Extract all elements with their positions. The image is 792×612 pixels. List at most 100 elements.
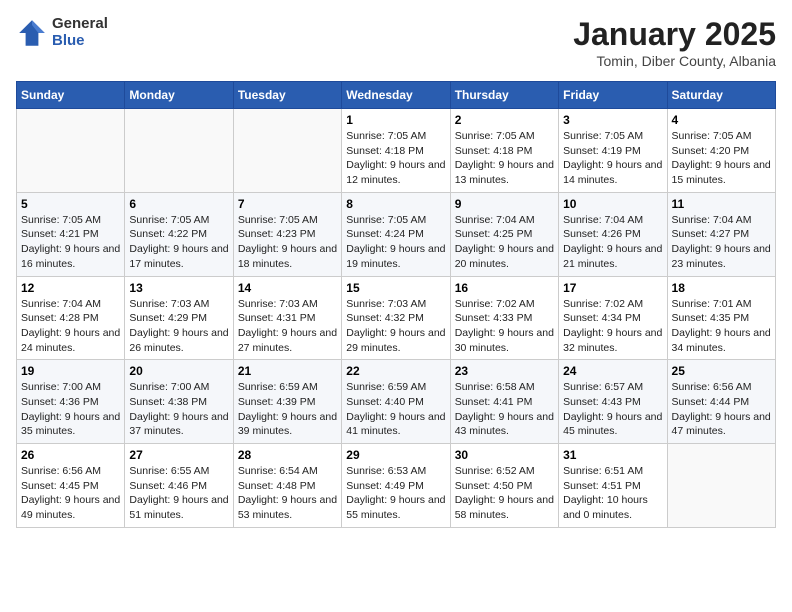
logo-icon xyxy=(16,17,48,49)
calendar-cell: 15 Sunrise: 7:03 AM Sunset: 4:32 PM Dayli… xyxy=(342,276,450,360)
week-row-2: 5 Sunrise: 7:05 AM Sunset: 4:21 PM Daylig… xyxy=(17,192,776,276)
day-number: 6 xyxy=(129,197,228,211)
day-number: 5 xyxy=(21,197,120,211)
column-header-sunday: Sunday xyxy=(17,82,125,109)
day-number: 10 xyxy=(563,197,662,211)
day-info: Sunrise: 7:05 AM Sunset: 4:18 PM Dayligh… xyxy=(346,129,445,188)
day-number: 20 xyxy=(129,364,228,378)
day-number: 18 xyxy=(672,281,771,295)
day-info: Sunrise: 6:56 AM Sunset: 4:44 PM Dayligh… xyxy=(672,380,771,439)
day-info: Sunrise: 7:05 AM Sunset: 4:22 PM Dayligh… xyxy=(129,213,228,272)
calendar-cell: 27 Sunrise: 6:55 AM Sunset: 4:46 PM Dayli… xyxy=(125,444,233,528)
day-info: Sunrise: 6:59 AM Sunset: 4:39 PM Dayligh… xyxy=(238,380,337,439)
day-number: 4 xyxy=(672,113,771,127)
calendar-cell xyxy=(17,109,125,193)
day-info: Sunrise: 6:58 AM Sunset: 4:41 PM Dayligh… xyxy=(455,380,554,439)
day-info: Sunrise: 7:05 AM Sunset: 4:20 PM Dayligh… xyxy=(672,129,771,188)
day-info: Sunrise: 6:52 AM Sunset: 4:50 PM Dayligh… xyxy=(455,464,554,523)
column-header-friday: Friday xyxy=(559,82,667,109)
logo-text: General Blue xyxy=(52,16,108,49)
week-row-5: 26 Sunrise: 6:56 AM Sunset: 4:45 PM Dayli… xyxy=(17,444,776,528)
day-number: 30 xyxy=(455,448,554,462)
calendar-cell: 5 Sunrise: 7:05 AM Sunset: 4:21 PM Daylig… xyxy=(17,192,125,276)
day-number: 3 xyxy=(563,113,662,127)
calendar-cell: 29 Sunrise: 6:53 AM Sunset: 4:49 PM Dayli… xyxy=(342,444,450,528)
day-info: Sunrise: 7:03 AM Sunset: 4:29 PM Dayligh… xyxy=(129,297,228,356)
day-info: Sunrise: 7:05 AM Sunset: 4:18 PM Dayligh… xyxy=(455,129,554,188)
calendar-cell: 11Sunrise: 7:04 AM Sunset: 4:27 PM Dayli… xyxy=(667,192,775,276)
calendar-cell: 26 Sunrise: 6:56 AM Sunset: 4:45 PM Dayli… xyxy=(17,444,125,528)
calendar-cell: 6 Sunrise: 7:05 AM Sunset: 4:22 PM Daylig… xyxy=(125,192,233,276)
day-number: 19 xyxy=(21,364,120,378)
calendar-cell: 20 Sunrise: 7:00 AM Sunset: 4:38 PM Dayli… xyxy=(125,360,233,444)
column-header-monday: Monday xyxy=(125,82,233,109)
header: General Blue January 2025 Tomin, Diber C… xyxy=(16,16,776,69)
day-number: 14 xyxy=(238,281,337,295)
day-number: 27 xyxy=(129,448,228,462)
day-number: 25 xyxy=(672,364,771,378)
calendar-cell: 18 Sunrise: 7:01 AM Sunset: 4:35 PM Dayli… xyxy=(667,276,775,360)
day-number: 15 xyxy=(346,281,445,295)
day-number: 8 xyxy=(346,197,445,211)
day-info: Sunrise: 7:00 AM Sunset: 4:38 PM Dayligh… xyxy=(129,380,228,439)
day-number: 28 xyxy=(238,448,337,462)
day-info: Sunrise: 7:03 AM Sunset: 4:31 PM Dayligh… xyxy=(238,297,337,356)
calendar-cell: 28 Sunrise: 6:54 AM Sunset: 4:48 PM Dayli… xyxy=(233,444,341,528)
calendar-cell xyxy=(125,109,233,193)
title-area: January 2025 Tomin, Diber County, Albani… xyxy=(573,16,776,69)
logo-blue-text: Blue xyxy=(52,33,108,50)
day-number: 29 xyxy=(346,448,445,462)
calendar-cell: 16 Sunrise: 7:02 AM Sunset: 4:33 PM Dayli… xyxy=(450,276,558,360)
week-row-1: 1Sunrise: 7:05 AM Sunset: 4:18 PM Daylig… xyxy=(17,109,776,193)
logo: General Blue xyxy=(16,16,108,49)
column-header-saturday: Saturday xyxy=(667,82,775,109)
day-number: 24 xyxy=(563,364,662,378)
column-header-wednesday: Wednesday xyxy=(342,82,450,109)
calendar-cell: 2 Sunrise: 7:05 AM Sunset: 4:18 PM Daylig… xyxy=(450,109,558,193)
day-info: Sunrise: 7:01 AM Sunset: 4:35 PM Dayligh… xyxy=(672,297,771,356)
day-number: 12 xyxy=(21,281,120,295)
day-info: Sunrise: 6:57 AM Sunset: 4:43 PM Dayligh… xyxy=(563,380,662,439)
calendar-cell: 21Sunrise: 6:59 AM Sunset: 4:39 PM Dayli… xyxy=(233,360,341,444)
day-number: 2 xyxy=(455,113,554,127)
day-info: Sunrise: 7:03 AM Sunset: 4:32 PM Dayligh… xyxy=(346,297,445,356)
calendar-cell: 9Sunrise: 7:04 AM Sunset: 4:25 PM Daylig… xyxy=(450,192,558,276)
day-info: Sunrise: 6:56 AM Sunset: 4:45 PM Dayligh… xyxy=(21,464,120,523)
day-number: 26 xyxy=(21,448,120,462)
calendar-cell xyxy=(667,444,775,528)
day-info: Sunrise: 7:05 AM Sunset: 4:21 PM Dayligh… xyxy=(21,213,120,272)
header-row: SundayMondayTuesdayWednesdayThursdayFrid… xyxy=(17,82,776,109)
calendar-cell: 19 Sunrise: 7:00 AM Sunset: 4:36 PM Dayli… xyxy=(17,360,125,444)
day-number: 31 xyxy=(563,448,662,462)
day-info: Sunrise: 6:54 AM Sunset: 4:48 PM Dayligh… xyxy=(238,464,337,523)
day-number: 11 xyxy=(672,197,771,211)
day-info: Sunrise: 6:53 AM Sunset: 4:49 PM Dayligh… xyxy=(346,464,445,523)
calendar-cell: 8Sunrise: 7:05 AM Sunset: 4:24 PM Daylig… xyxy=(342,192,450,276)
calendar-cell: 17Sunrise: 7:02 AM Sunset: 4:34 PM Dayli… xyxy=(559,276,667,360)
calendar-title: January 2025 xyxy=(573,16,776,53)
day-info: Sunrise: 7:05 AM Sunset: 4:19 PM Dayligh… xyxy=(563,129,662,188)
day-info: Sunrise: 6:59 AM Sunset: 4:40 PM Dayligh… xyxy=(346,380,445,439)
day-info: Sunrise: 7:00 AM Sunset: 4:36 PM Dayligh… xyxy=(21,380,120,439)
day-info: Sunrise: 7:05 AM Sunset: 4:23 PM Dayligh… xyxy=(238,213,337,272)
calendar-cell: 13Sunrise: 7:03 AM Sunset: 4:29 PM Dayli… xyxy=(125,276,233,360)
calendar-cell: 7 Sunrise: 7:05 AM Sunset: 4:23 PM Daylig… xyxy=(233,192,341,276)
calendar-cell: 24 Sunrise: 6:57 AM Sunset: 4:43 PM Dayli… xyxy=(559,360,667,444)
calendar-cell: 25 Sunrise: 6:56 AM Sunset: 4:44 PM Dayli… xyxy=(667,360,775,444)
day-number: 16 xyxy=(455,281,554,295)
column-header-tuesday: Tuesday xyxy=(233,82,341,109)
day-info: Sunrise: 6:55 AM Sunset: 4:46 PM Dayligh… xyxy=(129,464,228,523)
calendar-cell xyxy=(233,109,341,193)
week-row-4: 19 Sunrise: 7:00 AM Sunset: 4:36 PM Dayli… xyxy=(17,360,776,444)
calendar-table: SundayMondayTuesdayWednesdayThursdayFrid… xyxy=(16,81,776,528)
calendar-cell: 10Sunrise: 7:04 AM Sunset: 4:26 PM Dayli… xyxy=(559,192,667,276)
day-info: Sunrise: 7:02 AM Sunset: 4:33 PM Dayligh… xyxy=(455,297,554,356)
calendar-cell: 14 Sunrise: 7:03 AM Sunset: 4:31 PM Dayli… xyxy=(233,276,341,360)
column-header-thursday: Thursday xyxy=(450,82,558,109)
day-number: 22 xyxy=(346,364,445,378)
calendar-cell: 31Sunrise: 6:51 AM Sunset: 4:51 PM Dayli… xyxy=(559,444,667,528)
calendar-cell: 22 Sunrise: 6:59 AM Sunset: 4:40 PM Dayli… xyxy=(342,360,450,444)
day-number: 7 xyxy=(238,197,337,211)
calendar-subtitle: Tomin, Diber County, Albania xyxy=(573,53,776,69)
calendar-cell: 23Sunrise: 6:58 AM Sunset: 4:41 PM Dayli… xyxy=(450,360,558,444)
